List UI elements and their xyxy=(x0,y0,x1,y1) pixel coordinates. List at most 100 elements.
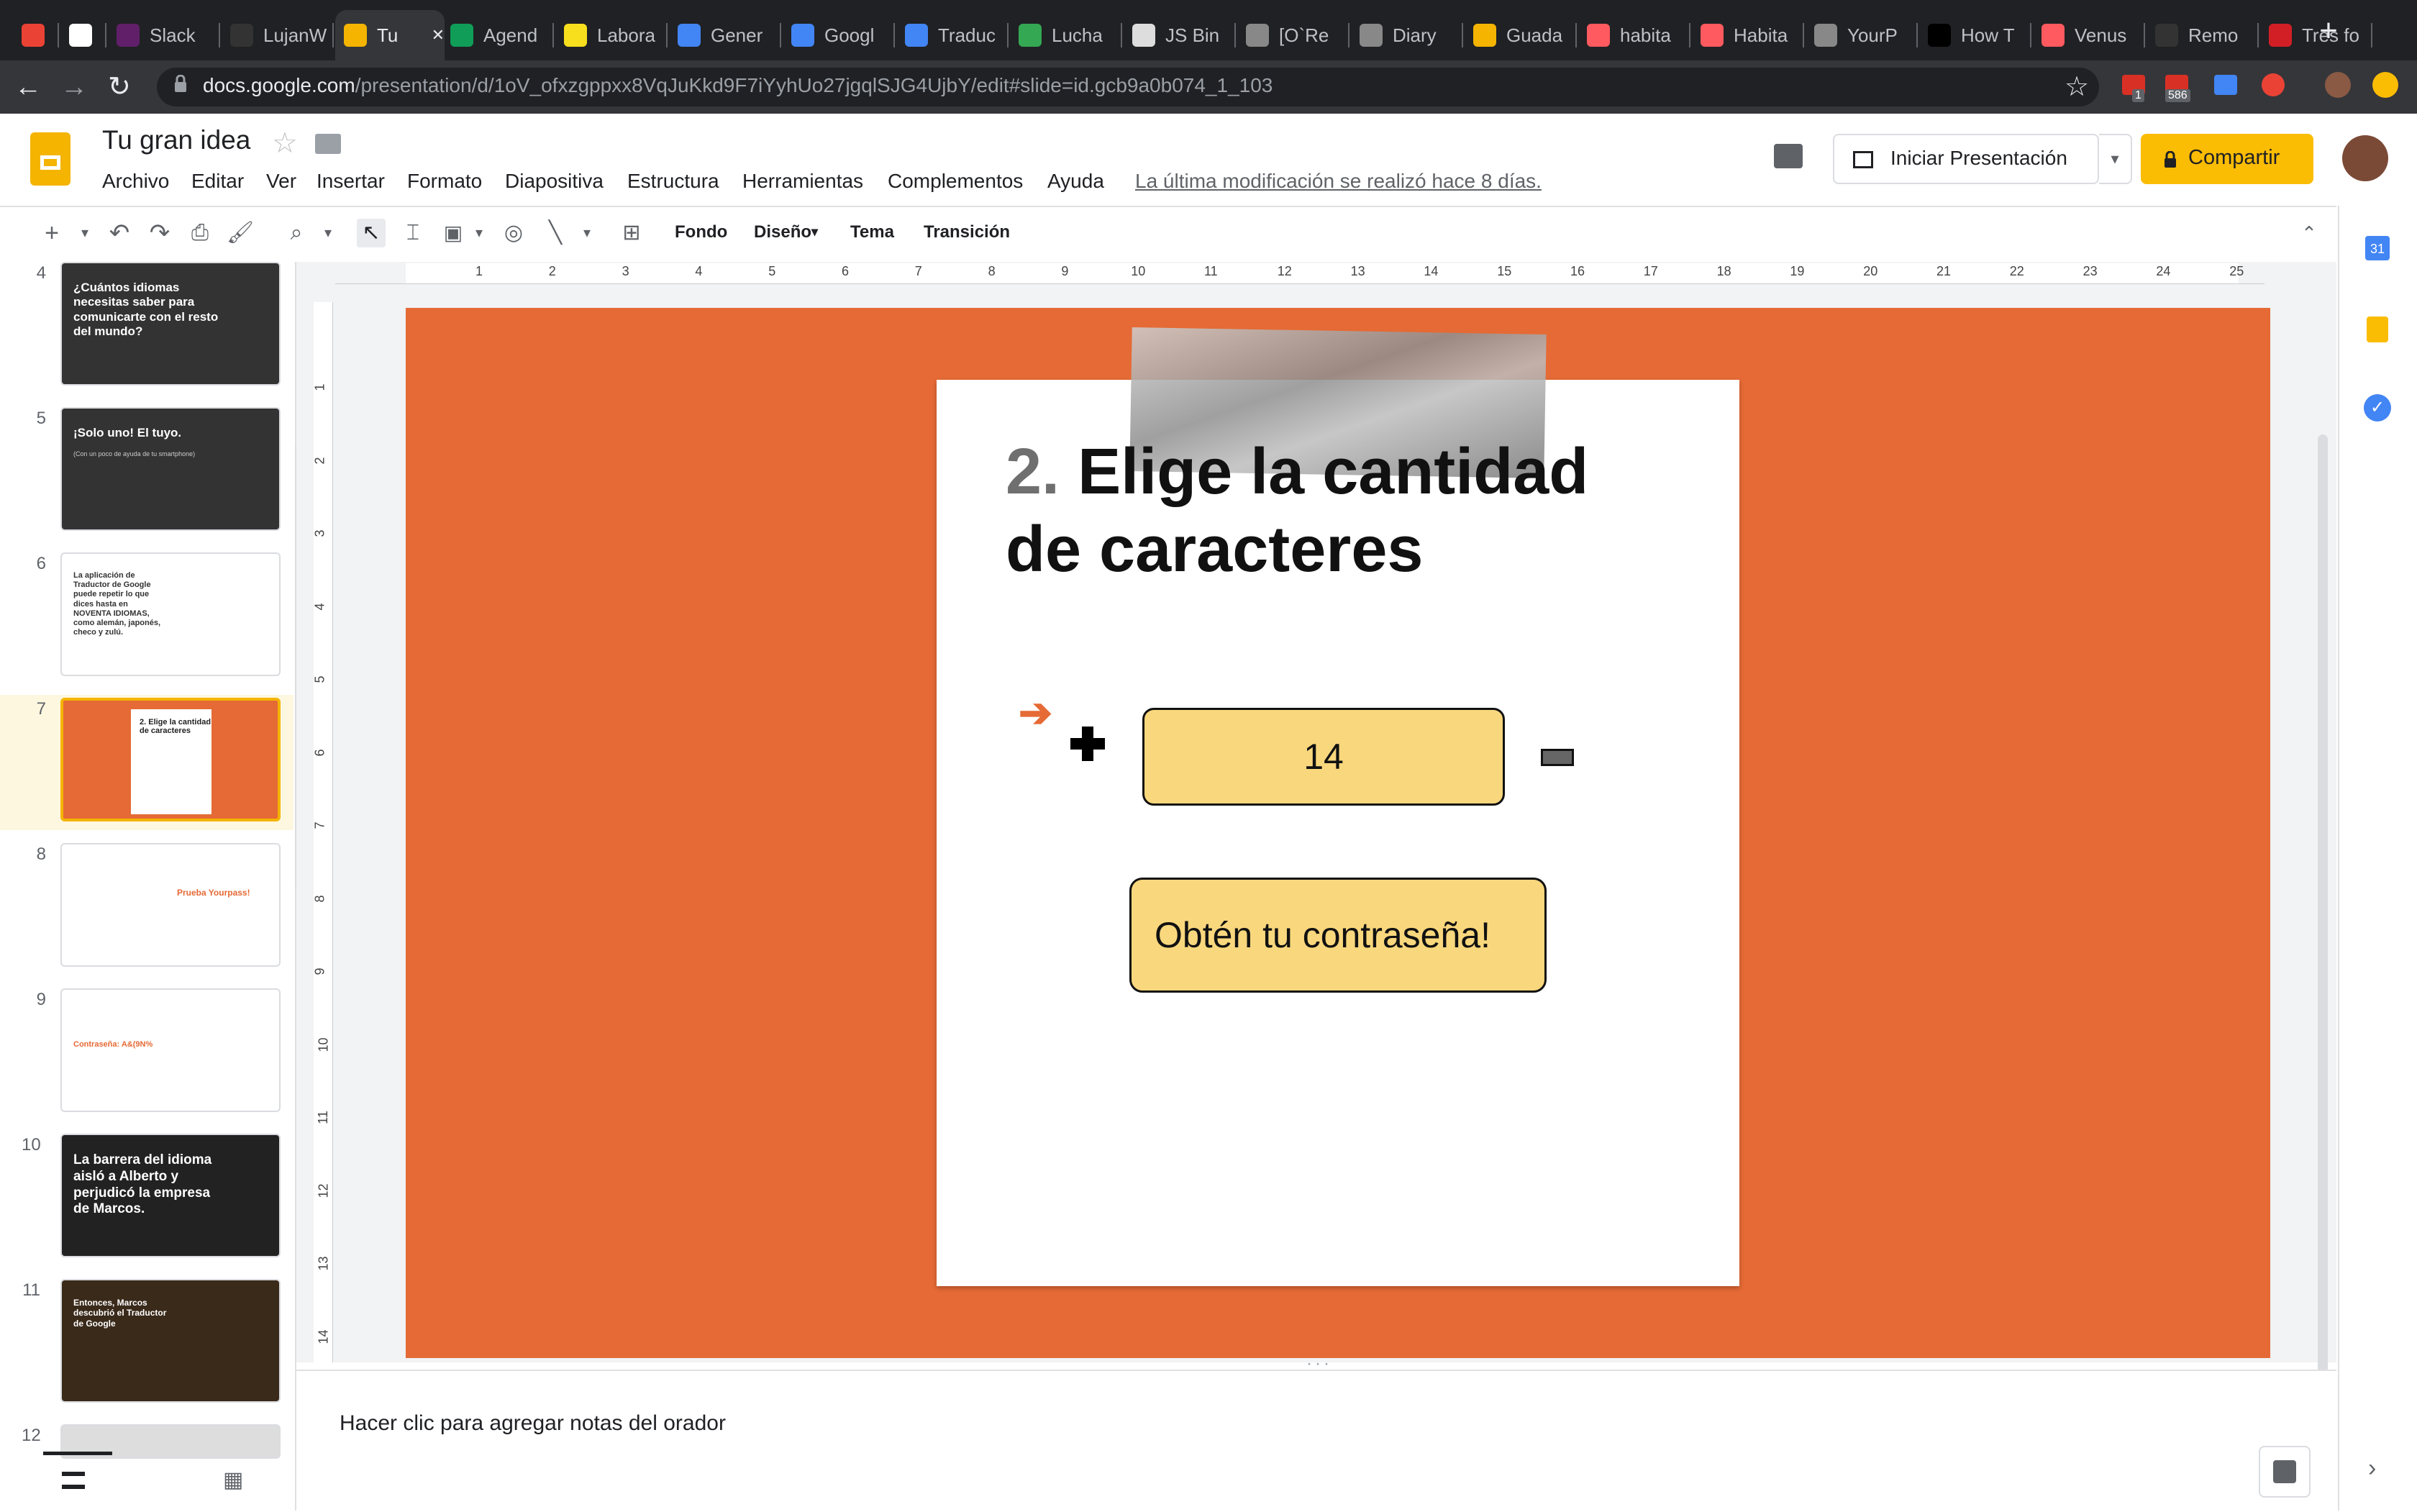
vertical-ruler[interactable]: 1 2 3 4 5 6 7 8 9 10 11 12 13 14 xyxy=(313,302,333,1362)
slide-thumbnail[interactable]: 2. Elige la cantidad de caracteres xyxy=(60,698,281,821)
present-dropdown-button[interactable]: ▾ xyxy=(2099,134,2132,184)
collapse-toolbar-icon[interactable]: ⌃ xyxy=(2295,219,2323,247)
print-icon[interactable]: ⎙ xyxy=(186,219,214,247)
paint-format-icon[interactable]: 🖌 xyxy=(226,219,255,247)
canvas-scrollbar[interactable] xyxy=(2318,434,2328,1375)
forward-arrow-icon[interactable]: → xyxy=(60,72,88,103)
reload-icon[interactable]: ↻ xyxy=(108,70,131,103)
menu-item[interactable]: Complementos xyxy=(888,170,1023,193)
redo-icon[interactable]: ↷ xyxy=(145,219,174,247)
new-tab-button[interactable]: + xyxy=(2312,14,2345,47)
slide-thumbnail[interactable]: ¡Solo uno! El tuyo. (Con un poco de ayuda… xyxy=(60,407,281,531)
layout-dropdown-icon[interactable]: ▾ xyxy=(811,224,818,240)
keep-icon[interactable] xyxy=(2367,316,2388,342)
browser-tab[interactable] xyxy=(60,10,111,60)
undo-icon[interactable]: ↶ xyxy=(105,219,134,247)
slide-heading[interactable]: 2. Elige la cantidad de caracteres xyxy=(1006,433,1588,588)
menu-item[interactable]: Insertar xyxy=(317,170,385,193)
zoom-dropdown-icon[interactable]: ▾ xyxy=(314,219,342,247)
browser-tab[interactable]: Guada xyxy=(1465,10,1581,60)
layout-button[interactable]: Diseño xyxy=(754,222,811,242)
new-slide-dropdown-icon[interactable]: ▾ xyxy=(70,219,99,247)
menu-item[interactable]: Editar xyxy=(191,170,244,193)
browser-tab[interactable]: Venus xyxy=(2033,10,2149,60)
share-button[interactable]: Compartir xyxy=(2141,134,2313,184)
slide-thumbnail[interactable]: La aplicación de Traductor de Google pue… xyxy=(60,552,281,676)
filmstrip-view-icon[interactable] xyxy=(62,1472,85,1489)
browser-tab[interactable]: Agend xyxy=(442,10,558,60)
slide-thumbnail[interactable]: La barrera del idioma aisló a Alberto y … xyxy=(60,1134,281,1257)
line-dropdown-icon[interactable]: ▾ xyxy=(573,219,601,247)
background-button[interactable]: Fondo xyxy=(675,222,727,242)
profile-avatar-small[interactable] xyxy=(2325,72,2351,98)
character-count-box[interactable]: 14 xyxy=(1142,708,1505,806)
new-slide-icon[interactable]: + xyxy=(37,219,66,247)
slides-logo-icon[interactable] xyxy=(30,132,70,186)
browser-tab[interactable]: YourP xyxy=(1806,10,1922,60)
browser-tab[interactable]: habita xyxy=(1578,10,1695,60)
browser-tab[interactable]: Slack xyxy=(108,10,224,60)
speaker-notes-panel[interactable]: ··· Hacer clic para agregar notas del or… xyxy=(296,1354,2336,1512)
comments-icon[interactable] xyxy=(1774,144,1803,168)
text-box-icon[interactable]: ⌶ xyxy=(399,219,427,247)
last-modified-link[interactable]: La última modificación se realizó hace 8… xyxy=(1135,170,1542,193)
menu-item[interactable]: Formato xyxy=(407,170,482,193)
slide-thumbnail[interactable]: Prueba Yourpass! xyxy=(60,843,281,967)
zoom-icon[interactable]: ⌕ xyxy=(282,219,311,247)
lock-icon[interactable] xyxy=(174,74,187,92)
tasks-icon[interactable]: ✓ xyxy=(2364,394,2391,422)
slide-canvas[interactable]: 2. Elige la cantidad de caracteres ➔ 14 … xyxy=(406,308,2270,1358)
browser-tab[interactable]: Gener xyxy=(669,10,786,60)
grid-view-icon[interactable]: ▦ xyxy=(223,1470,243,1491)
browser-tab[interactable]: JS Bin xyxy=(1124,10,1240,60)
minus-icon[interactable] xyxy=(1541,749,1574,766)
notes-resize-handle[interactable]: ··· xyxy=(1306,1354,1332,1374)
menu-item[interactable]: Archivo xyxy=(102,170,169,193)
account-avatar[interactable] xyxy=(2342,135,2388,181)
browser-tab[interactable]: How T xyxy=(1919,10,2036,60)
menu-item[interactable]: Estructura xyxy=(627,170,719,193)
calendar-icon[interactable]: 31 xyxy=(2365,236,2390,260)
slide-thumbnail[interactable]: Entonces, Marcos descubrió el Traductor … xyxy=(60,1279,281,1403)
theme-button[interactable]: Tema xyxy=(850,222,894,242)
browser-tab[interactable]: Traduc xyxy=(896,10,1013,60)
shape-icon[interactable]: ◎ xyxy=(499,219,528,247)
extension-window-icon[interactable] xyxy=(2214,75,2237,95)
browser-tab[interactable]: Labora xyxy=(555,10,672,60)
select-cursor-icon[interactable]: ↖ xyxy=(357,219,386,247)
image-dropdown-icon[interactable]: ▾ xyxy=(465,219,493,247)
browser-tab[interactable]: Diary xyxy=(1351,10,1467,60)
browser-tab[interactable]: Remo xyxy=(2147,10,2263,60)
browser-tab[interactable]: Habita xyxy=(1692,10,1808,60)
browser-tab[interactable]: LujanW xyxy=(222,10,338,60)
transition-button[interactable]: Transición xyxy=(924,222,1010,242)
browser-tab[interactable] xyxy=(13,10,63,60)
browser-tab[interactable]: Googl xyxy=(783,10,899,60)
explore-button[interactable] xyxy=(2259,1446,2311,1498)
extension-yellow-icon[interactable] xyxy=(2372,72,2398,98)
menu-item[interactable]: Ver xyxy=(266,170,296,193)
extension-shield-icon[interactable] xyxy=(2262,73,2285,96)
expand-panel-icon[interactable]: › xyxy=(2368,1454,2376,1483)
folder-icon[interactable] xyxy=(315,134,341,154)
document-title[interactable]: Tu gran idea xyxy=(102,125,250,155)
browser-tab[interactable]: Lucha xyxy=(1010,10,1126,60)
browser-tab[interactable]: [O`Re xyxy=(1237,10,1354,60)
image-icon[interactable]: ▣ xyxy=(439,219,468,247)
back-arrow-icon[interactable]: ← xyxy=(14,72,42,103)
menu-item[interactable]: Ayuda xyxy=(1047,170,1104,193)
bookmark-star-icon[interactable]: ☆ xyxy=(2065,70,2089,103)
url-text[interactable]: docs.google.com/presentation/d/1oV_ofxzg… xyxy=(203,74,1273,97)
menu-item[interactable]: Diapositiva xyxy=(505,170,604,193)
get-password-button[interactable]: Obtén tu contraseña! xyxy=(1129,878,1547,993)
horizontal-ruler[interactable]: 1 2 3 4 5 6 7 8 9 10 11 12 13 14 15 16 17 18 19 20 21 22 23 24 2… xyxy=(335,263,2264,284)
arrow-icon[interactable]: ➔ xyxy=(1019,689,1052,737)
slide-thumbnail[interactable]: ¿Cuántos idiomas necesitas saber para co… xyxy=(60,262,281,386)
line-icon[interactable]: ╲ xyxy=(541,219,570,247)
plus-icon[interactable] xyxy=(1069,725,1106,762)
browser-tab[interactable]: Tu ✕ xyxy=(335,10,445,60)
add-comment-icon[interactable]: ⊞ xyxy=(617,219,646,247)
notes-placeholder[interactable]: Hacer clic para agregar notas del orador xyxy=(340,1411,726,1436)
present-button[interactable]: Iniciar Presentación xyxy=(1833,134,2099,184)
star-icon[interactable]: ☆ xyxy=(272,127,298,160)
